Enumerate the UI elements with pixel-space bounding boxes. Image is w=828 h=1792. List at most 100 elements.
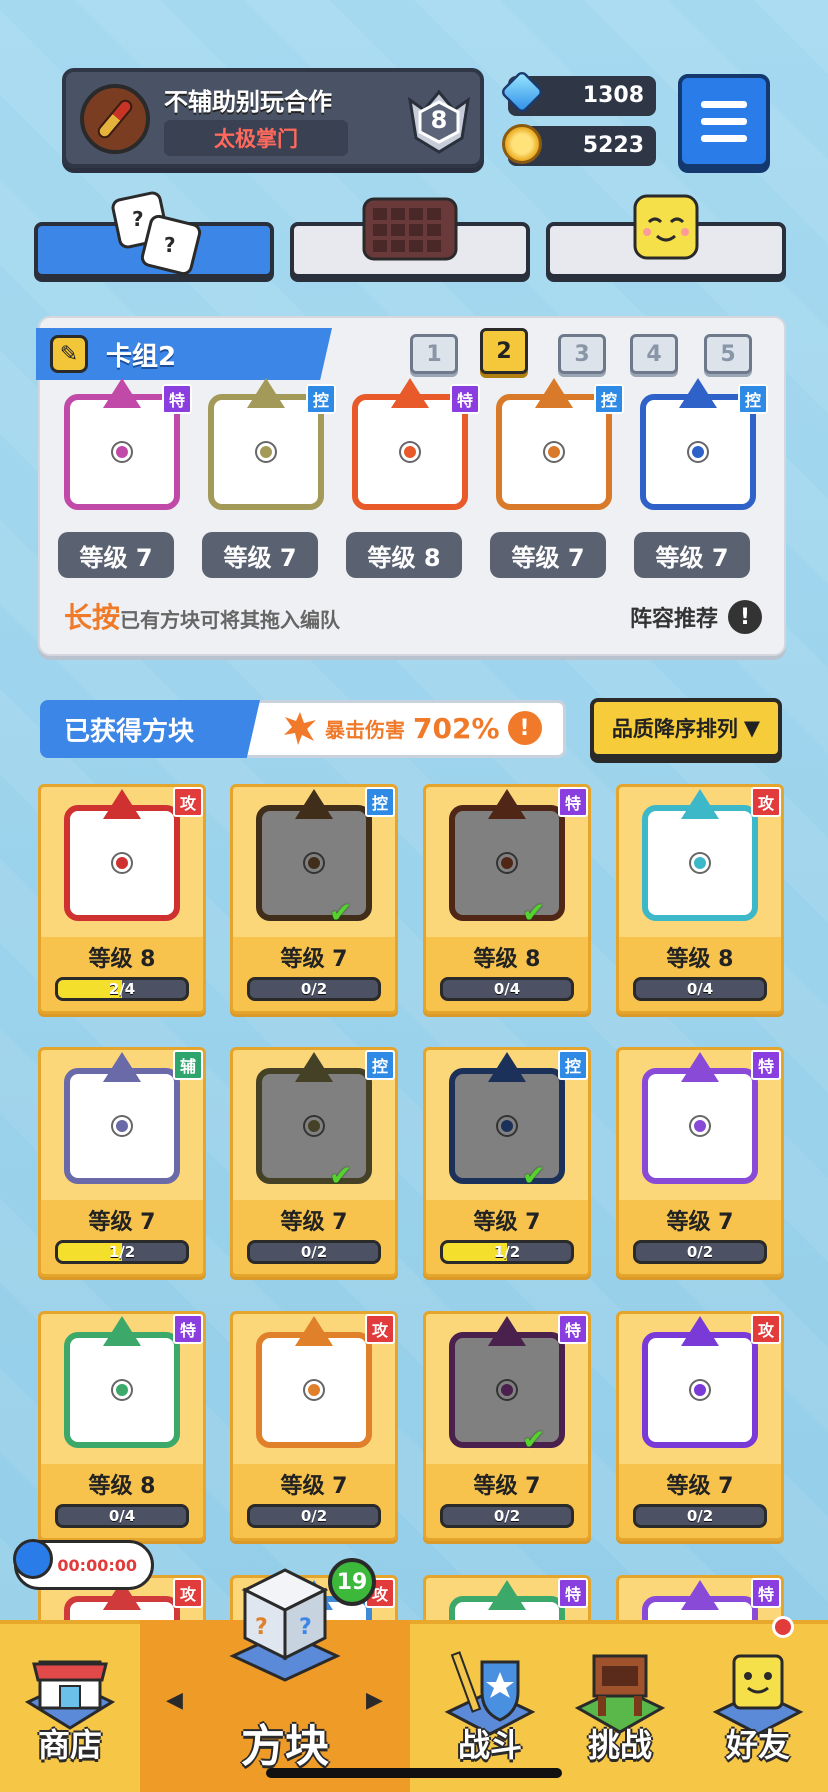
block-core-icon [113,1381,131,1399]
upgrade-progress-bar: 0/2 [633,1504,767,1528]
block-type-badge: 控 [558,1050,588,1080]
crit-info-icon: ! [507,711,542,745]
nav-blocks[interactable]: ? ? 方块 [190,1568,380,1792]
dragon-horn-icon [247,378,285,408]
owned-block-card[interactable]: 攻等级 7 0/2 [616,1311,784,1541]
tab-dice[interactable]: ? ? [34,191,274,278]
block-art [64,1316,180,1448]
owned-block-card[interactable]: 控 ✔ 等级 7 1/2 [423,1047,591,1277]
deck-block-level: 等级 8 [346,532,462,578]
owned-block-card[interactable]: 特等级 8 0/4 [38,1311,206,1541]
upgrade-progress-bar: 2/4 [55,977,189,1001]
player-profile-card[interactable]: 不辅助别玩合作 太极掌门 8 [62,68,484,168]
block-core-icon [113,443,131,461]
block-core-icon [691,1117,709,1135]
deck-block-level: 等级 7 [58,532,174,578]
block-type-badge: 攻 [751,1314,781,1344]
upgrade-progress-bar: 1/2 [440,1240,574,1264]
card-level: 等级 7 [88,1210,156,1235]
player-title: 太极掌门 [164,120,348,156]
block-core-icon [113,854,131,872]
upgrade-progress-bar: 0/2 [247,1504,381,1528]
block-type-badge: 攻 [751,787,781,817]
card-level: 等级 8 [88,947,156,972]
upgrade-progress-bar: 0/4 [633,977,767,1001]
block-type-badge: 特 [558,1578,588,1608]
hint-emphasis: 长按 [64,601,121,634]
crit-damage-stat[interactable]: 暴击伤害 702% ! [283,711,542,745]
menu-button[interactable] [678,74,770,168]
tab-emote[interactable] [546,194,786,278]
card-level: 等级 7 [473,1210,541,1235]
owned-block-card[interactable]: 特 ✔ 等级 8 0/4 [423,784,591,1014]
grid-board-icon [361,196,459,266]
nav-next-arrow-icon[interactable]: ▶ [366,1688,383,1713]
owned-block-card[interactable]: 控 ✔ 等级 7 0/2 [230,1047,398,1277]
lineup-recommend-button[interactable]: 阵容推荐 ! [630,600,762,634]
edit-pencil-icon[interactable]: ✎ [50,335,88,373]
owned-block-card[interactable]: 特等级 7 0/2 [616,1047,784,1277]
tab-board[interactable] [290,197,530,278]
card-level: 等级 7 [666,1474,734,1499]
player-avatar[interactable] [80,84,150,154]
block-type-badge: 特 [751,1050,781,1080]
owned-block-card[interactable]: 攻等级 8 2/4 [38,784,206,1014]
block-art [642,789,758,921]
owned-block-card[interactable]: 特 ✔ 等级 7 0/2 [423,1311,591,1541]
block-type-badge: 攻 [173,1578,203,1608]
deck-tab-2[interactable]: 2 [480,328,528,374]
owned-title: 已获得方块 [40,700,260,758]
recommend-label: 阵容推荐 [629,607,718,632]
nav-battle-label: 战斗 [457,1726,522,1764]
rank-emblem-icon: 8 [404,86,474,156]
block-type-badge: 特 [173,1314,203,1344]
sort-dropdown[interactable]: 品质降序排列 ▼ [590,698,782,758]
upgrade-progress-bar: 1/2 [55,1240,189,1264]
nav-challenge[interactable]: 挑战 [550,1620,690,1792]
burst-icon [284,712,316,745]
block-type-badge: 控 [365,1050,395,1080]
block-core-icon [691,1381,709,1399]
nav-friends[interactable]: 好友 [688,1620,828,1792]
card-level: 等级 7 [473,1474,541,1499]
in-deck-check-icon: ✔ [329,1159,353,1192]
owned-block-card[interactable]: 攻等级 7 0/2 [230,1311,398,1541]
nav-prev-arrow-icon[interactable]: ◀ [166,1688,183,1713]
event-timer[interactable]: 00:00:00 [13,1539,154,1590]
deck-tab-4[interactable]: 4 [630,334,678,374]
svg-text:?: ? [164,233,176,257]
nav-challenge-label: 挑战 [587,1726,652,1764]
deck-tab-3[interactable]: 3 [558,334,606,374]
block-type-badge: 特 [450,384,480,414]
svg-text:?: ? [132,207,144,231]
owned-block-card[interactable]: 攻等级 8 0/4 [616,784,784,1014]
deck-block-level: 等级 7 [490,532,606,578]
owned-block-card[interactable]: 辅等级 7 1/2 [38,1047,206,1277]
block-core-icon [689,443,707,461]
block-core-icon [498,1381,516,1399]
rank-number: 8 [430,106,448,134]
block-type-badge: 攻 [173,787,203,817]
deck-hint: 长按已有方块可将其拖入编队 [64,596,340,636]
card-level: 等级 7 [280,1210,348,1235]
owned-header: 已获得方块 暴击伤害 702% ! [40,700,566,758]
nav-friends-label: 好友 [725,1726,790,1764]
in-deck-check-icon: ✔ [329,896,353,929]
mystery-block-icon: ? ? [225,1562,345,1686]
home-indicator[interactable] [266,1768,562,1778]
block-core-icon [305,1117,323,1135]
upgrade-progress-bar: 0/4 [55,1504,189,1528]
upgrade-progress-text: 0/2 [686,1243,714,1261]
dragon-horn-icon [103,378,141,408]
in-deck-check-icon: ✔ [522,1159,546,1192]
block-core-icon [257,443,275,461]
nav-shop[interactable]: 商店 [0,1620,140,1792]
deck-name-tab[interactable]: ✎ 卡组2 [36,328,332,380]
owned-block-card[interactable]: 控 ✔ 等级 7 0/2 [230,784,398,1014]
deck-tab-1[interactable]: 1 [410,334,458,374]
deck-tab-5[interactable]: 5 [704,334,752,374]
info-icon: ! [728,600,762,634]
nav-battle[interactable]: 战斗 [420,1620,560,1792]
block-art [256,1316,372,1448]
block-type-badge: 控 [365,787,395,817]
